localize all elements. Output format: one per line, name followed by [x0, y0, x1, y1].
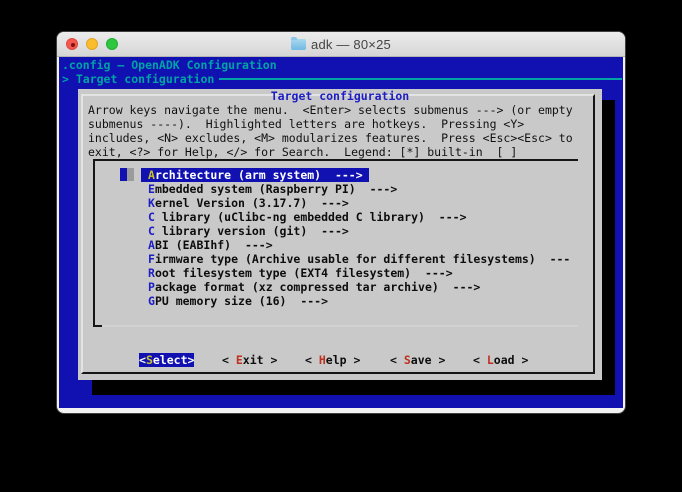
button-text: < — [222, 353, 236, 367]
traffic-lights — [66, 38, 118, 50]
exit-button[interactable]: < Exit > — [222, 353, 277, 367]
hotkey-letter: P — [148, 280, 155, 294]
hotkey-letter: S — [404, 353, 411, 367]
help-button[interactable]: < Help > — [305, 353, 360, 367]
instructions-line: exit, <?> for Help, </> for Search. Lege… — [88, 145, 517, 159]
hotkey-letter: G — [148, 294, 155, 308]
hotkey-letter: K — [148, 196, 155, 210]
button-text: < — [390, 353, 404, 367]
title-bar[interactable]: adk — 80×25 — [57, 32, 625, 57]
hotkey-letter: E — [236, 353, 243, 367]
instructions-line: submenus ----). Highlighted letters are … — [88, 117, 524, 131]
button-text: xit > — [243, 353, 278, 367]
breadcrumb: > Target configuration — [62, 72, 214, 86]
hotkey-letter: H — [319, 353, 326, 367]
hotkey-letter: E — [148, 182, 155, 196]
menu-item-c-library[interactable]: C library (uClibc-ng embedded C library)… — [148, 210, 467, 224]
target-configuration-dialog: Target configuration Arrow keys navigate… — [78, 89, 602, 380]
desktop: { "window": { "title": "adk — 80×25" }, … — [0, 0, 682, 492]
breadcrumb-row: > Target configuration — [62, 72, 622, 86]
menu-item-abi[interactable]: ABI (EABIhf) ---> — [148, 238, 273, 252]
hotkey-letter: F — [148, 252, 155, 266]
save-button[interactable]: < Save > — [390, 353, 445, 367]
menu-item-c-library-version[interactable]: C library version (git) ---> — [148, 224, 349, 238]
close-button[interactable] — [66, 38, 78, 50]
folder-icon — [291, 39, 306, 50]
menu-item-root-filesystem[interactable]: Root filesystem type (EXT4 filesystem) -… — [148, 266, 453, 280]
button-text: elect> — [153, 353, 195, 367]
load-button[interactable]: < Load > — [473, 353, 528, 367]
config-status-line: .config — OpenADK Configuration — [62, 58, 277, 72]
cursor-block-blue — [120, 168, 127, 181]
button-text: < — [305, 353, 319, 367]
terminal-window: adk — 80×25 .config — OpenADK Configurat… — [57, 32, 625, 413]
menu-item-label: ackage format (xz compressed tar archive… — [155, 280, 480, 294]
terminal-content[interactable]: .config — OpenADK Configuration > Target… — [59, 57, 623, 408]
menu-item-label: BI (EABIhf) ---> — [155, 238, 273, 252]
cursor-block-gray — [127, 168, 134, 181]
menu-item-label: library (uClibc-ng embedded C library) -… — [155, 210, 467, 224]
button-text: < — [473, 353, 487, 367]
menu-item-label: PU memory size (16) ---> — [155, 294, 328, 308]
menu-box-corner — [93, 325, 102, 327]
menu-item-label: library version (git) ---> — [155, 224, 349, 238]
minimize-button[interactable] — [86, 38, 98, 50]
menu-item-package-format[interactable]: Package format (xz compressed tar archiv… — [148, 280, 480, 294]
menu-item-label: rchitecture (arm system) ---> — [155, 168, 363, 182]
menu-item-label: irmware type (Archive usable for differe… — [155, 252, 570, 266]
hotkey-letter: A — [148, 168, 155, 182]
hotkey-letter: R — [148, 266, 155, 280]
dialog-title: Target configuration — [78, 89, 602, 103]
select-button[interactable]: <Select> — [139, 353, 194, 367]
menu-item-label: mbedded system (Raspberry PI) ---> — [155, 182, 397, 196]
breadcrumb-rule — [219, 78, 622, 80]
menu-item-architecture[interactable]: Architecture (arm system) ---> — [141, 168, 369, 182]
zoom-button[interactable] — [106, 38, 118, 50]
instructions-line: Arrow keys navigate the menu. <Enter> se… — [88, 103, 573, 117]
unsaved-dot-icon — [71, 43, 75, 47]
button-text: elp > — [326, 353, 361, 367]
hotkey-letter: C — [148, 210, 155, 224]
button-text: ave > — [411, 353, 446, 367]
menu-item-embedded-system[interactable]: Embedded system (Raspberry PI) ---> — [148, 182, 397, 196]
hotkey-letter: S — [146, 353, 153, 367]
menu-item-gpu-memory[interactable]: GPU memory size (16) ---> — [148, 294, 328, 308]
button-text: oad > — [494, 353, 529, 367]
hotkey-letter: C — [148, 224, 155, 238]
dialog-shadow-right — [602, 100, 615, 394]
menu-item-kernel-version[interactable]: Kernel Version (3.17.7) ---> — [148, 196, 349, 210]
window-title: adk — 80×25 — [311, 37, 391, 52]
hotkey-letter: L — [487, 353, 494, 367]
menu-item-label: ernel Version (3.17.7) ---> — [155, 196, 349, 210]
instructions-line: includes, <N> excludes, <M> modularizes … — [88, 131, 573, 145]
hotkey-letter: A — [148, 238, 155, 252]
menu-item-label: oot filesystem type (EXT4 filesystem) --… — [155, 266, 453, 280]
window-title-group: adk — 80×25 — [291, 37, 391, 52]
button-text: < — [139, 353, 146, 367]
menu-item-firmware-type[interactable]: Firmware type (Archive usable for differ… — [148, 252, 570, 266]
dialog-shadow-bottom — [92, 380, 615, 395]
